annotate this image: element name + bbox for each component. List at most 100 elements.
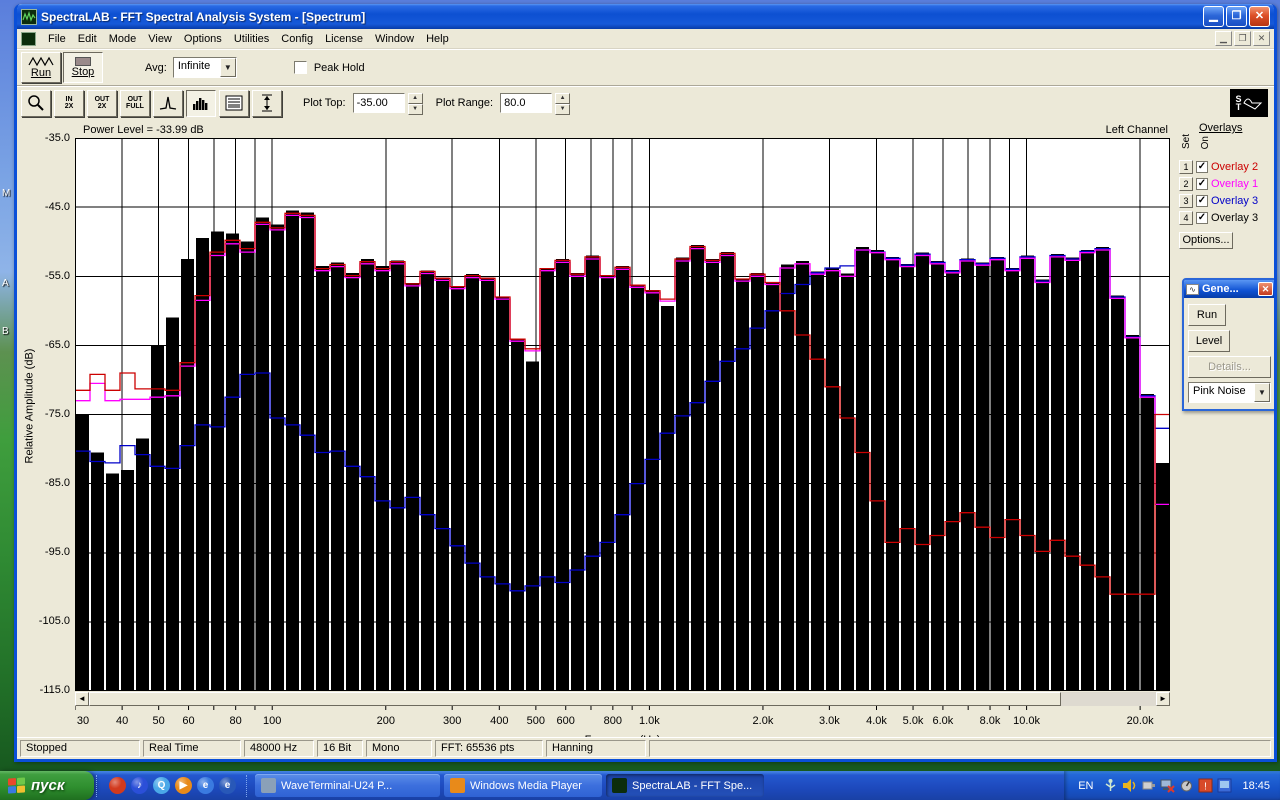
overlay-label: Overlay 2 (1211, 160, 1259, 173)
run-button[interactable]: Run (21, 52, 61, 83)
taskbar-task-1[interactable]: WaveTerminal-U24 P... (255, 774, 440, 797)
display-options-button[interactable] (219, 89, 249, 117)
download-master-icon[interactable] (109, 777, 126, 794)
spin-down-icon[interactable]: ▼ (555, 104, 571, 115)
chevron-down-icon[interactable]: ▼ (1254, 383, 1270, 402)
language-indicator[interactable]: EN (1078, 780, 1093, 792)
overlay-checkbox-3[interactable]: ✓ (1196, 194, 1208, 207)
media-player-icon[interactable]: ▶ (175, 777, 192, 794)
overlays-panel: Overlays Set On 1 ✓ Overlay 2 2 ✓ Overlay 1 3 ✓… (1179, 122, 1274, 249)
minimize-button[interactable]: ▁ (1203, 6, 1224, 27)
internet-explorer-icon[interactable]: e (197, 777, 214, 794)
close-button[interactable]: ✕ (1249, 6, 1270, 27)
spin-up-icon[interactable]: ▲ (555, 93, 571, 104)
desktop-icon-label[interactable]: M (2, 188, 10, 199)
display-settings-icon[interactable] (1217, 778, 1232, 793)
title-bar[interactable]: SpectraLAB - FFT Spectral Analysis Syste… (17, 4, 1274, 29)
avg-combobox[interactable]: Infinite ▼ (172, 57, 237, 78)
scrollbar-thumb[interactable] (89, 692, 1061, 706)
zoom-glyph-text: OUT (127, 96, 143, 103)
menu-item-license[interactable]: License (319, 31, 369, 47)
menu-item-window[interactable]: Window (369, 31, 420, 47)
plot-range-spinner[interactable]: ▲ ▼ (555, 93, 571, 115)
stop-icon (75, 57, 91, 66)
overlay-checkbox-4[interactable]: ✓ (1196, 211, 1208, 224)
menu-item-utilities[interactable]: Utilities (228, 31, 275, 47)
spin-down-icon[interactable]: ▼ (407, 104, 423, 115)
channel-label: Left Channel (1105, 124, 1168, 136)
peak-curve-icon (159, 96, 177, 110)
zoom-tool-button[interactable] (21, 89, 51, 117)
menu-item-options[interactable]: Options (178, 31, 228, 47)
usb-device-icon[interactable] (1103, 778, 1118, 793)
x-tick-label: 5.0k (903, 715, 924, 727)
start-button[interactable]: пуск (0, 771, 94, 800)
scroll-right-icon[interactable]: ► (1156, 692, 1170, 706)
mdi-restore-button[interactable]: ❐ (1234, 31, 1251, 46)
overlay-options-button[interactable]: Options... (1179, 232, 1233, 249)
plot-top-spinner[interactable]: ▲ ▼ (407, 93, 423, 115)
generator-close-icon[interactable]: ✕ (1258, 282, 1273, 296)
overlay-label: Overlay 3 (1211, 194, 1259, 207)
spin-up-icon[interactable]: ▲ (407, 93, 423, 104)
generator-level-button[interactable]: Level (1188, 330, 1230, 352)
plot-top-input[interactable] (352, 93, 405, 113)
taskbar-task-2[interactable]: Windows Media Player (444, 774, 602, 797)
generator-title-bar[interactable]: ∿ Gene... ✕ (1184, 280, 1274, 298)
zoom-out-2x-button[interactable]: OUT 2X (87, 89, 117, 117)
overlay-set-button-3[interactable]: 3 (1179, 193, 1193, 208)
tray-icons: ! (1103, 778, 1232, 793)
menu-item-view[interactable]: View (142, 31, 178, 47)
taskbar-task-3[interactable]: SpectraLAB - FFT Spe... (606, 774, 764, 797)
chevron-down-icon[interactable]: ▼ (219, 58, 236, 77)
overlay-set-button-4[interactable]: 4 (1179, 210, 1193, 225)
peak-hold-checkbox[interactable] (293, 61, 307, 74)
maximize-button[interactable]: ❐ (1226, 6, 1247, 27)
peak-display-button[interactable] (153, 89, 183, 117)
itunes-icon[interactable]: ♪ (131, 777, 148, 794)
generator-run-button[interactable]: Run (1188, 304, 1226, 326)
menu-item-file[interactable]: File (42, 31, 72, 47)
signal-trigger-icon[interactable]: ST (1230, 89, 1268, 117)
overlays-title: Overlays (1199, 122, 1243, 134)
quicktime-icon[interactable]: Q (153, 777, 170, 794)
scrollbar-track[interactable] (1061, 692, 1156, 706)
volume-icon[interactable] (1122, 778, 1137, 793)
overlay-checkbox-2[interactable]: ✓ (1196, 177, 1208, 190)
overlay-checkbox-1[interactable]: ✓ (1196, 160, 1208, 173)
plot-range-input[interactable] (500, 93, 553, 113)
overlay-set-button-1[interactable]: 1 (1179, 159, 1193, 174)
device-icon[interactable] (1141, 778, 1156, 793)
status-field-4: 16 Bit (317, 740, 363, 757)
overlay-label: Overlay 3 (1211, 211, 1259, 224)
bar-display-button[interactable] (186, 89, 216, 117)
zoom-in-2x-button[interactable]: IN 2X (54, 89, 84, 117)
mdi-child-icon[interactable] (21, 31, 36, 46)
taskbar-clock[interactable]: 18:45 (1242, 780, 1270, 792)
menu-item-mode[interactable]: Mode (103, 31, 143, 47)
zoom-out-full-button[interactable]: OUT FULL (120, 89, 150, 117)
task-buttons: WaveTerminal-U24 P... Windows Media Playe… (251, 774, 764, 797)
window-controls: ▁ ❐ ✕ (1201, 6, 1270, 27)
menu-item-help[interactable]: Help (420, 31, 455, 47)
zoom-buttons: IN 2X OUT 2X OUT FULL (21, 89, 282, 117)
menu-item-config[interactable]: Config (275, 31, 319, 47)
avg-label: Avg: (145, 61, 167, 74)
browser-icon[interactable]: e (219, 777, 236, 794)
mdi-minimize-button[interactable]: ▁ (1215, 31, 1232, 46)
horizontal-scrollbar[interactable]: ◄ ► (75, 692, 1170, 706)
toolbar-zoom: IN2XOUT2XOUTFULL Plot Top: ▲▼ Plot Range… (17, 86, 1274, 119)
overlay-set-button-2[interactable]: 2 (1179, 176, 1193, 191)
scroll-left-icon[interactable]: ◄ (75, 692, 89, 706)
vertical-range-button[interactable] (252, 89, 282, 117)
menu-item-edit[interactable]: Edit (72, 31, 103, 47)
network-error-icon[interactable] (1160, 778, 1176, 793)
alert-icon[interactable]: ! (1198, 778, 1213, 793)
stop-button[interactable]: Stop (63, 52, 103, 83)
meter-icon[interactable] (1179, 778, 1194, 793)
avg-value: Infinite (177, 60, 211, 72)
desktop-icon-label[interactable]: A (2, 278, 9, 289)
signal-type-combobox[interactable]: Pink Noise ▼ (1188, 382, 1271, 403)
desktop-icon-label[interactable]: B (2, 326, 9, 337)
mdi-close-button[interactable]: ✕ (1253, 31, 1270, 46)
